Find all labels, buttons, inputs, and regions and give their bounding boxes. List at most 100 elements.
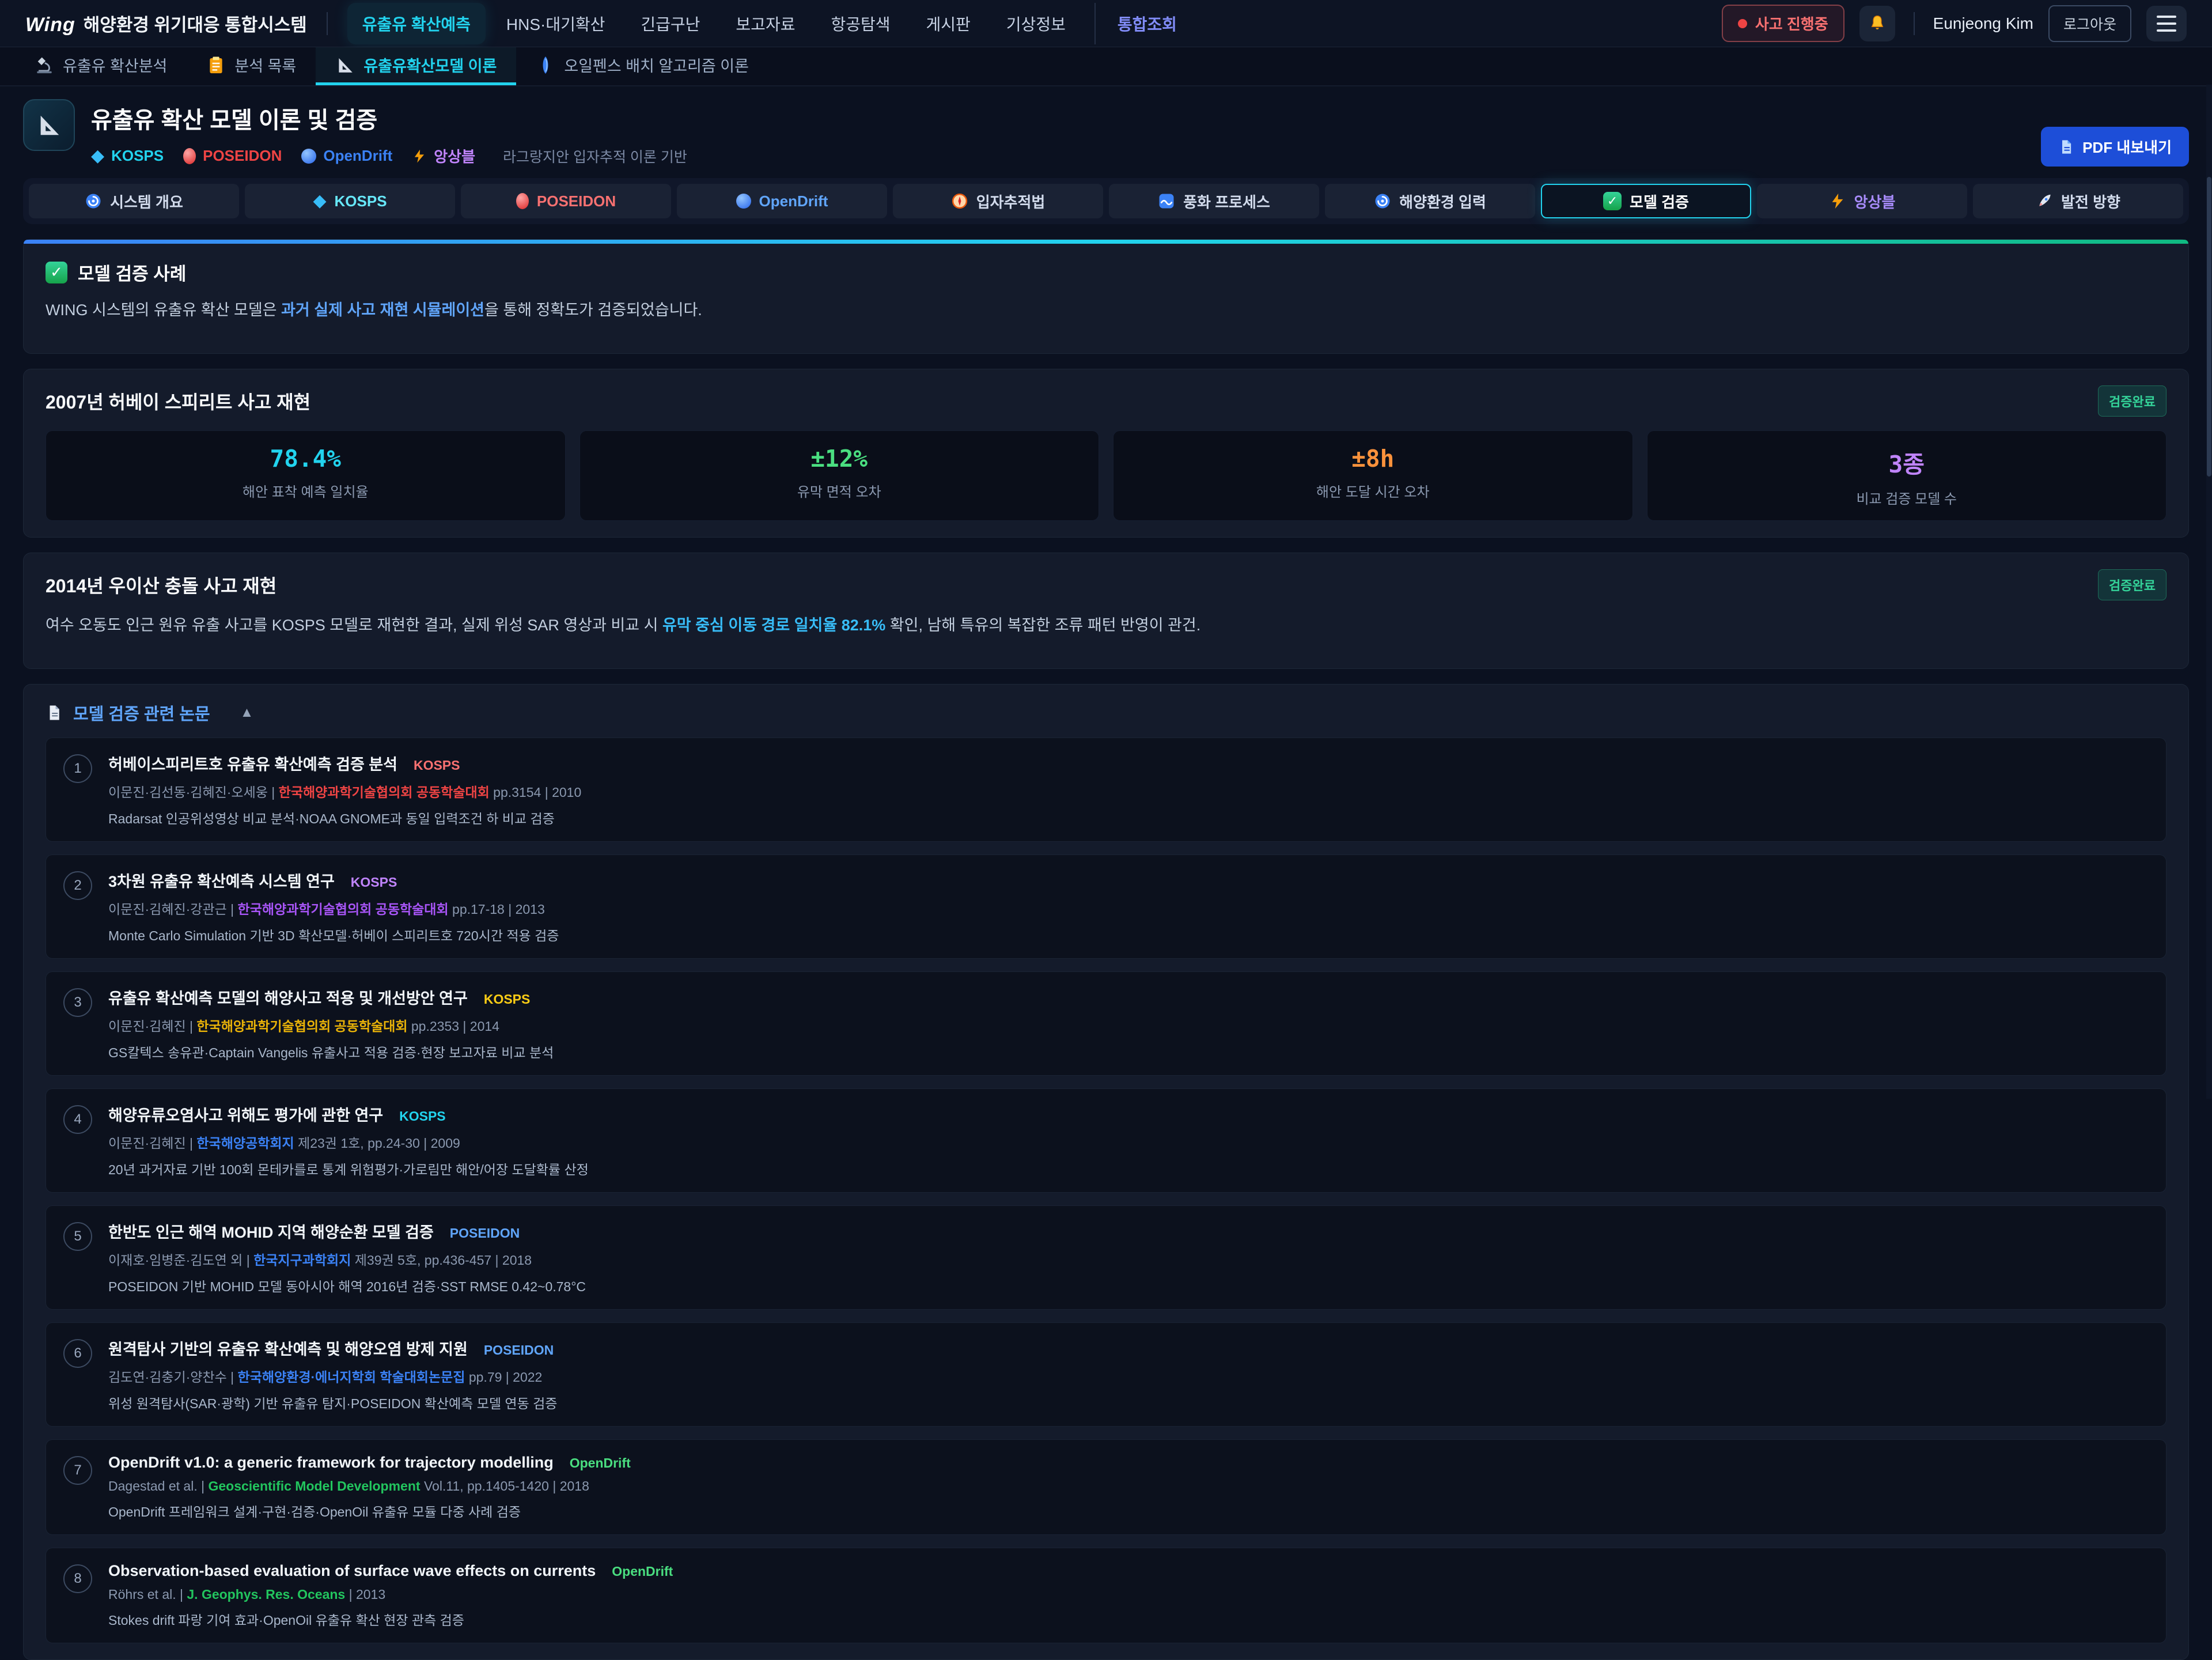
wuyisan-paragraph: 여수 오동도 인근 원유 유출 사고를 KOSPS 모델로 재현한 결과, 실제… xyxy=(46,614,2166,637)
rocket-icon xyxy=(2036,192,2053,210)
document-icon xyxy=(46,704,63,721)
chip-particle-tracking[interactable]: 입자추적법 xyxy=(893,184,1103,218)
paper-title: 원격탐사 기반의 유출유 확산예측 및 해양오염 방제 지원 xyxy=(108,1337,468,1359)
compass-icon xyxy=(951,192,968,210)
intro-paragraph: WING 시스템의 유출유 확산 모델은 과거 실제 사고 재현 시뮬레이션을 … xyxy=(46,299,2166,322)
paper-row-8[interactable]: 8 Observation-based evaluation of surfac… xyxy=(46,1548,2166,1643)
nav-weather-info[interactable]: 기상정보 xyxy=(991,3,1081,44)
paper-desc: OpenDrift 프레임워크 설계·구현·검증·OpenOil 유출유 모듈 … xyxy=(108,1501,631,1521)
topbar: Wing 해양환경 위기대응 통합시스템 유출유 확산예측 HNS·대기확산 긴… xyxy=(0,0,2212,47)
paper-desc: 위성 원격탐사(SAR·광학) 기반 유출유 탐지·POSEIDON 확산예측 … xyxy=(108,1393,557,1412)
chip-future-direction[interactable]: 발전 방향 xyxy=(1973,184,2183,218)
hamburger-icon xyxy=(2157,16,2176,32)
page-content: 유출유 확산 모델 이론 및 검증 ◆ KOSPS POSEIDON OpenD… xyxy=(0,86,2212,1660)
paper-row-3[interactable]: 3 유출유 확산예측 모델의 해양사고 적용 및 개선방안 연구 KOSPS 이… xyxy=(46,971,2166,1076)
divider xyxy=(327,12,328,35)
menu-button[interactable] xyxy=(2146,6,2187,41)
papers-title: 모델 검증 관련 논문 xyxy=(73,701,210,725)
paper-venue: 한국해양환경·에너지학회 학술대회논문집 xyxy=(238,1370,465,1385)
nav-oil-spill-forecast[interactable]: 유출유 확산예측 xyxy=(347,3,486,44)
tab-spill-analysis[interactable]: 유출유 확산분석 xyxy=(15,47,187,85)
paper-desc: POSEIDON 기반 MOHID 모델 동아시아 해역 2016년 검증·SS… xyxy=(108,1276,586,1295)
collapse-button[interactable]: ▲ xyxy=(240,705,254,721)
chip-ocean-env-input[interactable]: 해양환경 입력 xyxy=(1325,184,1535,218)
paper-row-4[interactable]: 4 해양유류오염사고 위해도 평가에 관한 연구 KOSPS 이문진·김혜진 |… xyxy=(46,1088,2166,1193)
badge-poseidon: POSEIDON xyxy=(183,147,282,165)
paper-venue: 한국지구과학회지 xyxy=(253,1253,351,1268)
app-title: 해양환경 위기대응 통합시스템 xyxy=(84,10,307,36)
model-tag: OpenDrift xyxy=(570,1455,631,1471)
logout-button[interactable]: 로그아웃 xyxy=(2048,5,2131,42)
hebei-case-card: 2007년 허베이 스피리트 사고 재현 검증완료 78.4% 해안 표착 예측… xyxy=(23,369,2189,538)
set-square-icon xyxy=(335,55,355,75)
scrollbar-track xyxy=(2206,85,2212,1099)
model-tag: KOSPS xyxy=(351,875,397,890)
user-name: Eunjeong Kim xyxy=(1933,14,2033,33)
paper-title: 허베이스피리트호 유출유 확산예측 검증 분석 xyxy=(108,752,397,774)
tab-analysis-list[interactable]: 분석 목록 xyxy=(187,47,316,85)
chip-kosps[interactable]: ◆ KOSPS xyxy=(245,184,455,218)
chip-system-overview[interactable]: 시스템 개요 xyxy=(29,184,239,218)
nav-hns-dispersion[interactable]: HNS·대기확산 xyxy=(491,3,620,44)
set-square-icon xyxy=(36,112,62,138)
badge-ensemble: 앙상블 xyxy=(412,145,475,167)
paper-title: 해양유류오염사고 위해도 평가에 관한 연구 xyxy=(108,1103,383,1125)
pdf-export-button[interactable]: PDF 내보내기 xyxy=(2041,127,2189,167)
model-tag: KOSPS xyxy=(484,992,531,1007)
paper-title: 유출유 확산예측 모델의 해양사고 적용 및 개선방안 연구 xyxy=(108,986,468,1008)
paper-venue: J. Geophys. Res. Oceans xyxy=(187,1587,345,1602)
paper-row-5[interactable]: 5 한반도 인근 해역 MOHID 지역 해양순환 모델 검증 POSEIDON… xyxy=(46,1205,2166,1310)
validated-badge: 검증완료 xyxy=(2098,569,2166,600)
section-title: 모델 검증 사례 xyxy=(78,259,186,285)
cyclone-icon xyxy=(85,192,102,210)
paper-title: Observation-based evaluation of surface … xyxy=(108,1562,596,1580)
validated-badge: 검증완료 xyxy=(2098,385,2166,417)
chip-model-validation[interactable]: ✓ 모델 검증 xyxy=(1541,184,1751,218)
paper-number: 2 xyxy=(63,871,92,900)
notifications-button[interactable] xyxy=(1859,6,1895,41)
sub-tabbar: 유출유 확산분석 분석 목록 유출유확산모델 이론 오일펜스 배치 알고리즘 이… xyxy=(0,47,2212,86)
nav-reports[interactable]: 보고자료 xyxy=(721,3,810,44)
nav-aerial-search[interactable]: 항공탐색 xyxy=(816,3,905,44)
stat-coast-match: 78.4% 해안 표착 예측 일치율 xyxy=(46,430,566,521)
chip-opendrift[interactable]: OpenDrift xyxy=(677,184,887,218)
paper-venue: 한국해양공학회지 xyxy=(196,1136,294,1151)
model-tag: KOSPS xyxy=(399,1109,446,1124)
scrollbar-thumb[interactable] xyxy=(2207,177,2211,477)
microscope-icon xyxy=(35,55,54,75)
paper-number: 1 xyxy=(63,754,92,783)
paper-row-6[interactable]: 6 원격탐사 기반의 유출유 확산예측 및 해양오염 방제 지원 POSEIDO… xyxy=(46,1322,2166,1427)
paper-row-7[interactable]: 7 OpenDrift v1.0: a generic framework fo… xyxy=(46,1439,2166,1535)
paper-desc: 20년 과거자료 기반 100회 몬테카를로 통계 위험평가·가로림만 해안/어… xyxy=(108,1159,589,1178)
page-header-text: 유출유 확산 모델 이론 및 검증 ◆ KOSPS POSEIDON OpenD… xyxy=(91,99,687,167)
paper-title: OpenDrift v1.0: a generic framework for … xyxy=(108,1454,554,1472)
paper-meta: 이문진·김혜진 | 한국해양공학회지 제23권 1호, pp.24-30 | 2… xyxy=(108,1132,589,1152)
oil-fence-icon xyxy=(536,55,555,75)
cyclone-icon xyxy=(1374,192,1391,210)
blue-orb-icon xyxy=(301,149,316,164)
paper-meta: 이재호·임병준·김도연 외 | 한국지구과학회지 제39권 5호, pp.436… xyxy=(108,1249,586,1269)
check-icon: ✓ xyxy=(46,262,67,283)
chip-ensemble[interactable]: 앙상블 xyxy=(1757,184,1967,218)
paper-desc: Stokes drift 파랑 기여 효과·OpenOil 유출유 확산 현장 … xyxy=(108,1609,673,1629)
hebei-stats: 78.4% 해안 표착 예측 일치율 ±12% 유막 면적 오차 ±8h 해안 … xyxy=(46,430,2166,521)
case-title: 2014년 우이산 충돌 사고 재현 xyxy=(46,572,276,598)
paper-row-1[interactable]: 1 허베이스피리트호 유출유 확산예측 검증 분석 KOSPS 이문진·김선동·… xyxy=(46,738,2166,842)
diamond-icon: ◆ xyxy=(91,148,104,165)
badge-kosps: ◆ KOSPS xyxy=(91,147,164,165)
paper-desc: GS칼텍스 송유관·Captain Vangelis 유출사고 적용 검증·현장… xyxy=(108,1042,554,1061)
chip-weathering-process[interactable]: 풍화 프로세스 xyxy=(1109,184,1319,218)
page-header: 유출유 확산 모델 이론 및 검증 ◆ KOSPS POSEIDON OpenD… xyxy=(23,99,2189,167)
chip-poseidon[interactable]: POSEIDON xyxy=(461,184,671,218)
tab-oil-fence-theory[interactable]: 오일펜스 배치 알고리즘 이론 xyxy=(516,47,768,85)
wave-icon xyxy=(1158,192,1175,210)
intro-highlight: 과거 실제 사고 재현 시뮬레이션 xyxy=(281,301,484,319)
paper-meta: 이문진·김혜진·강관근 | 한국해양과학기술협의회 공동학술대회 pp.17-1… xyxy=(108,898,559,918)
nav-emergency-rescue[interactable]: 긴급구난 xyxy=(626,3,715,44)
nav-board[interactable]: 게시판 xyxy=(911,3,986,44)
red-orb-icon xyxy=(516,193,529,209)
nav-integrated-search[interactable]: 통합조회 xyxy=(1094,3,1192,44)
paper-number: 7 xyxy=(63,1456,92,1485)
tab-spill-model-theory[interactable]: 유출유확산모델 이론 xyxy=(316,47,516,85)
paper-row-2[interactable]: 2 3차원 유출유 확산예측 시스템 연구 KOSPS 이문진·김혜진·강관근 … xyxy=(46,854,2166,959)
